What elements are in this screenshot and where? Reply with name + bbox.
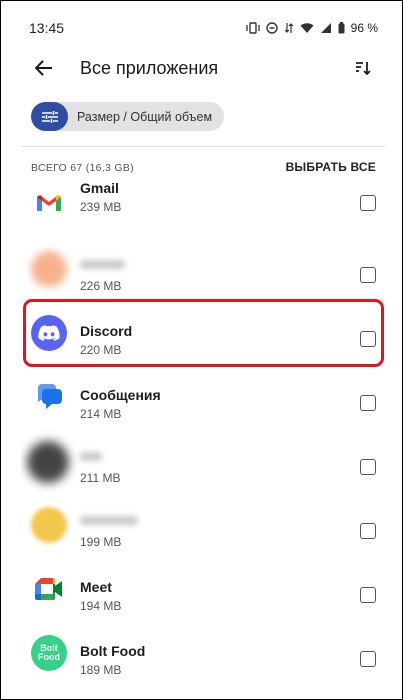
status-bar: 13:45 96 % [21,11,386,45]
messages-icon [31,379,67,415]
app-name: Сообщения [80,387,161,403]
app-size: 214 MB [80,407,122,421]
bolt-food-icon-label: Bolt Food [38,643,60,662]
app-name: Discord [80,323,133,339]
list-item[interactable]: 199 MB [21,495,386,559]
meet-icon [31,571,67,607]
vibrate-icon [245,22,260,34]
app-checkbox[interactable] [360,267,376,283]
app-checkbox[interactable] [360,587,376,603]
app-bar: Все приложения [21,47,386,91]
blurred-app-icon [31,507,67,543]
cellular-icon [320,23,331,33]
app-size: 220 MB [80,343,122,357]
divider [21,146,386,147]
data-transfer-icon [284,23,294,33]
app-list: Gmail 239 MB 226 MB Discord 220 MB Сообщ… [21,183,386,691]
list-item[interactable]: 211 MB [21,431,386,495]
blurred-app-name [80,452,102,461]
back-button[interactable] [31,55,57,81]
app-checkbox[interactable] [360,523,376,539]
status-icons: 96 % [245,21,378,35]
app-size: 199 MB [80,535,122,549]
filter-chip[interactable]: Размер / Общий объем [31,102,225,131]
app-checkbox[interactable] [360,459,376,475]
bolt-food-icon: Bolt Food [31,635,67,671]
app-name: Meet [80,579,112,595]
sort-button[interactable] [350,55,376,81]
battery-icon [338,22,345,34]
list-item[interactable]: Bolt Food Bolt Food 189 MB [21,623,386,687]
arrow-left-icon [35,60,52,76]
discord-icon [31,315,67,351]
app-size: 211 MB [80,471,121,485]
blurred-app-icon [31,251,67,287]
app-checkbox[interactable] [360,395,376,411]
blurred-app-name [80,260,125,269]
do-not-disturb-icon [265,22,278,34]
app-size: 239 MB [80,200,122,214]
app-name: Gmail [80,183,119,196]
app-size: 189 MB [80,663,122,677]
tune-icon [31,102,68,131]
filter-chip-label: Размер / Общий объем [77,109,213,124]
battery-level: 96 % [350,21,378,35]
blurred-app-icon [27,441,69,483]
apps-summary: ВСЕГО 67 (16,3 GB) [31,162,134,174]
list-item[interactable]: Gmail 239 MB [21,183,386,239]
phone-screen: 13:45 96 % Все приложения Размер / Общий… [21,11,386,691]
screenshot-frame: 13:45 96 % Все приложения Размер / Общий… [0,0,403,700]
list-item[interactable]: Meet 194 MB [21,559,386,623]
app-size: 226 MB [80,279,122,293]
app-name: Bolt Food [80,643,146,659]
page-title: Все приложения [80,58,219,78]
list-item[interactable]: 226 MB [21,239,386,303]
list-item[interactable]: Discord 220 MB [21,303,386,367]
blurred-app-name [80,516,138,525]
app-checkbox[interactable] [360,331,376,347]
list-item[interactable]: Сообщения 214 MB [21,367,386,431]
sort-icon [356,62,371,76]
app-checkbox[interactable] [360,195,376,211]
app-checkbox[interactable] [360,651,376,667]
gmail-icon [31,185,67,221]
status-time: 13:45 [29,20,65,36]
wifi-icon [300,23,314,33]
app-size: 194 MB [80,599,122,613]
select-all-button[interactable]: ВЫБРАТЬ ВСЕ [286,160,376,174]
